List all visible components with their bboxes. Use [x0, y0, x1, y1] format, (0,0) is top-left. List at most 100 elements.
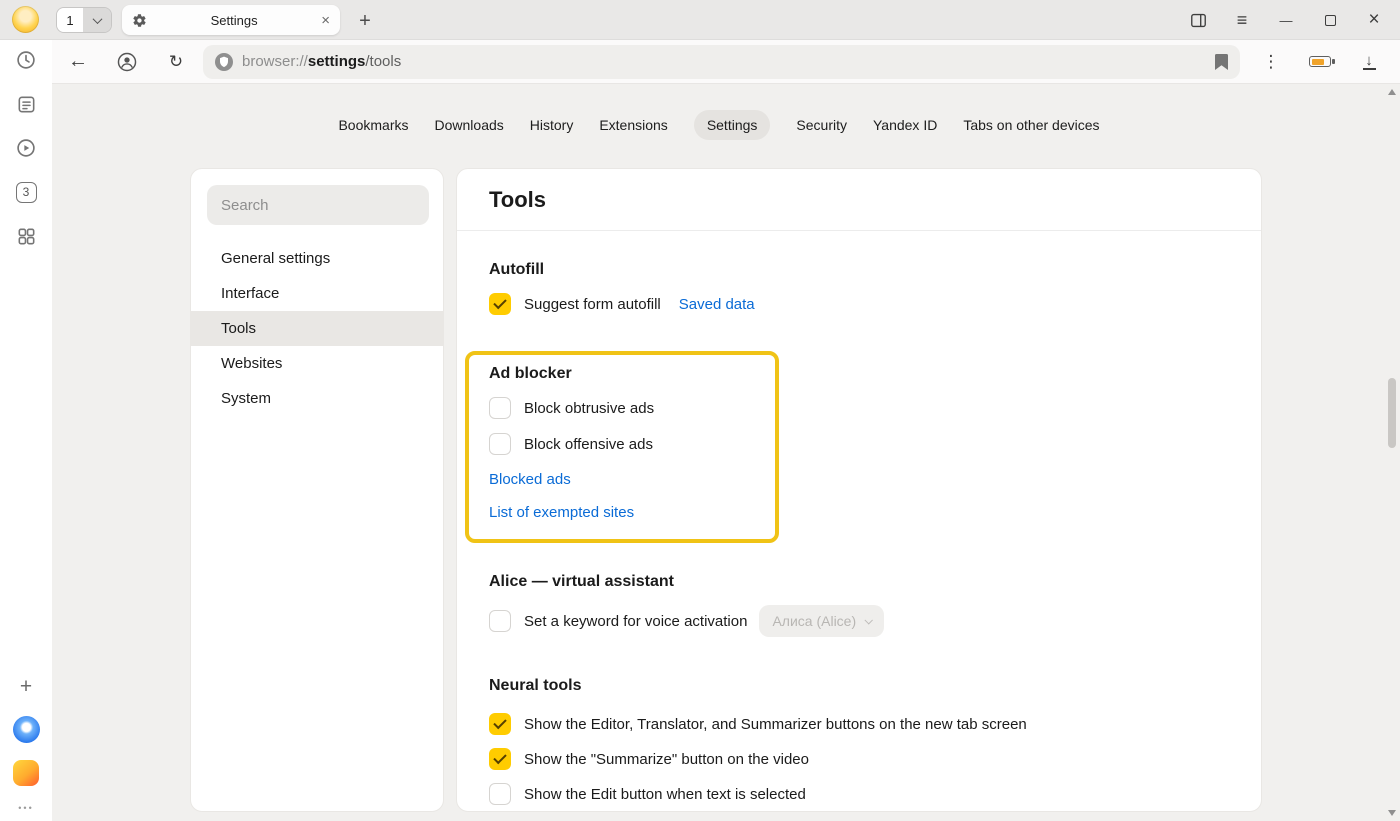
suggest-autofill-checkbox[interactable] — [489, 293, 511, 315]
maximize-icon — [1325, 15, 1336, 26]
address-bar[interactable]: browser://settings/tools — [203, 45, 1240, 79]
history-icon[interactable] — [13, 48, 39, 72]
nav-tab-other-devices[interactable]: Tabs on other devices — [963, 110, 1099, 140]
voice-keyword-label: Set a keyword for voice activation — [524, 613, 747, 630]
nav-tab-security[interactable]: Security — [796, 110, 847, 140]
neural-section-title: Neural tools — [489, 677, 1229, 695]
chevron-down-icon — [92, 14, 102, 24]
exempted-sites-link[interactable]: List of exempted sites — [489, 504, 634, 521]
block-offensive-checkbox[interactable] — [489, 433, 511, 455]
autofill-section-title: Autofill — [489, 261, 1229, 279]
apps-grid-icon[interactable] — [13, 224, 39, 248]
app-shortcut-icon[interactable] — [13, 760, 39, 786]
tab-settings[interactable]: Settings × — [122, 5, 340, 35]
back-button[interactable]: ← — [63, 45, 93, 79]
tab-close-icon[interactable]: × — [321, 12, 330, 29]
maximize-button[interactable] — [1308, 0, 1352, 40]
minimize-button[interactable]: — — [1264, 0, 1308, 40]
scrollbar-thumb[interactable] — [1388, 378, 1396, 448]
page-title: Tools — [489, 187, 546, 213]
tab-counter[interactable]: 1 — [56, 7, 112, 33]
kebab-menu-icon[interactable]: ⋮ — [1256, 45, 1286, 79]
download-icon[interactable]: ↓ — [1354, 45, 1384, 79]
sidebar-item-system[interactable]: System — [191, 381, 443, 416]
add-panel-icon[interactable]: + — [20, 675, 32, 699]
neural-summarize-video-checkbox[interactable] — [489, 748, 511, 770]
neural-summarize-video-label: Show the "Summarize" button on the video — [524, 751, 809, 768]
window-controls: ≡ — × — [1176, 0, 1396, 40]
nav-tab-extensions[interactable]: Extensions — [599, 110, 667, 140]
profile-avatar[interactable] — [12, 6, 39, 33]
protect-icon — [215, 53, 233, 71]
nav-tab-settings[interactable]: Settings — [694, 110, 771, 140]
suggest-autofill-label: Suggest form autofill — [524, 296, 661, 313]
highlight-box: Ad blocker Block obtrusive ads Block off… — [465, 351, 779, 543]
nav-tab-history[interactable]: History — [530, 110, 574, 140]
neural-newtab-buttons-checkbox[interactable] — [489, 713, 511, 735]
toolbar: ← ↻ browser://settings/tools ⋮ ↓ — [52, 40, 1400, 84]
settings-sections: Autofill Suggest form autofill Saved dat… — [457, 261, 1261, 805]
tab-title: Settings — [147, 13, 321, 28]
sidebar-item-interface[interactable]: Interface — [191, 276, 443, 311]
battery-icon[interactable] — [1305, 45, 1335, 79]
saved-data-link[interactable]: Saved data — [679, 296, 755, 313]
close-button[interactable]: × — [1352, 0, 1396, 40]
sidebar-item-websites[interactable]: Websites — [191, 346, 443, 381]
scroll-up-icon[interactable] — [1388, 89, 1396, 95]
alice-row: Set a keyword for voice activation Алиса… — [489, 605, 1229, 637]
main-area: Bookmarks Downloads History Extensions S… — [52, 84, 1400, 821]
url-text: browser://settings/tools — [242, 53, 401, 70]
content-header: Tools — [457, 169, 1261, 231]
alice-section-title: Alice — virtual assistant — [489, 573, 1229, 591]
side-panel-icon[interactable] — [1176, 0, 1220, 40]
rail-bottom-group: + ••• — [0, 675, 52, 813]
new-tab-button[interactable]: + — [352, 8, 378, 34]
block-offensive-label: Block offensive ads — [524, 436, 653, 453]
block-offensive-row: Block offensive ads — [489, 433, 751, 455]
nav-tab-downloads[interactable]: Downloads — [435, 110, 504, 140]
gear-icon — [132, 13, 147, 28]
tab-count-badge: 1 — [57, 8, 83, 32]
alice-keyword-dropdown[interactable]: Алиса (Alice) — [759, 605, 884, 637]
tab-list-chevron-button[interactable] — [83, 8, 111, 32]
profile-icon[interactable] — [112, 45, 142, 79]
search-input[interactable] — [207, 185, 429, 225]
url-path: /tools — [365, 53, 401, 70]
neural-row: Show the Editor, Translator, and Summari… — [489, 713, 1229, 735]
bookmark-icon[interactable] — [1215, 54, 1228, 70]
download-arrow: ↓ — [1365, 54, 1373, 67]
nav-tab-yandex-id[interactable]: Yandex ID — [873, 110, 937, 140]
nav-tab-bookmarks[interactable]: Bookmarks — [338, 110, 408, 140]
url-scheme: browser:// — [242, 53, 308, 70]
sidebar-item-tools[interactable]: Tools — [191, 311, 443, 346]
chevron-down-icon — [865, 616, 873, 624]
voice-keyword-checkbox[interactable] — [489, 610, 511, 632]
settings-content: Tools Autofill Suggest form autofill Sav… — [456, 168, 1262, 812]
scrollbar[interactable] — [1386, 86, 1399, 819]
neural-newtab-buttons-label: Show the Editor, Translator, and Summari… — [524, 716, 1027, 733]
tab-strip: 1 Settings × + ≡ — × — [0, 0, 1400, 40]
sidebar-rail: 3 + ••• — [0, 40, 52, 821]
menu-icon[interactable]: ≡ — [1220, 0, 1264, 40]
download-bar — [1363, 68, 1376, 70]
video-icon[interactable] — [13, 136, 39, 160]
settings-sidebar: General settings Interface Tools Website… — [190, 168, 444, 812]
blocked-ads-link[interactable]: Blocked ads — [489, 471, 571, 488]
neural-row: Show the "Summarize" button on the video — [489, 748, 1229, 770]
tabs-count-icon[interactable]: 3 — [13, 180, 39, 204]
neural-edit-button-label: Show the Edit button when text is select… — [524, 786, 806, 803]
neural-edit-button-checkbox[interactable] — [489, 783, 511, 805]
more-icon[interactable]: ••• — [18, 803, 33, 813]
sidebar-item-general-settings[interactable]: General settings — [191, 241, 443, 276]
block-obtrusive-row: Block obtrusive ads — [489, 397, 751, 419]
reload-button[interactable]: ↻ — [161, 45, 191, 79]
neural-row: Show the Edit button when text is select… — [489, 783, 1229, 805]
block-obtrusive-checkbox[interactable] — [489, 397, 511, 419]
feed-icon[interactable] — [13, 92, 39, 116]
scroll-down-icon[interactable] — [1388, 810, 1396, 816]
alice-keyword-value: Алиса (Alice) — [772, 613, 856, 629]
block-obtrusive-label: Block obtrusive ads — [524, 400, 654, 417]
browser-logo-icon[interactable] — [13, 716, 40, 743]
url-host: settings — [308, 53, 366, 70]
battery-shape — [1309, 56, 1331, 67]
